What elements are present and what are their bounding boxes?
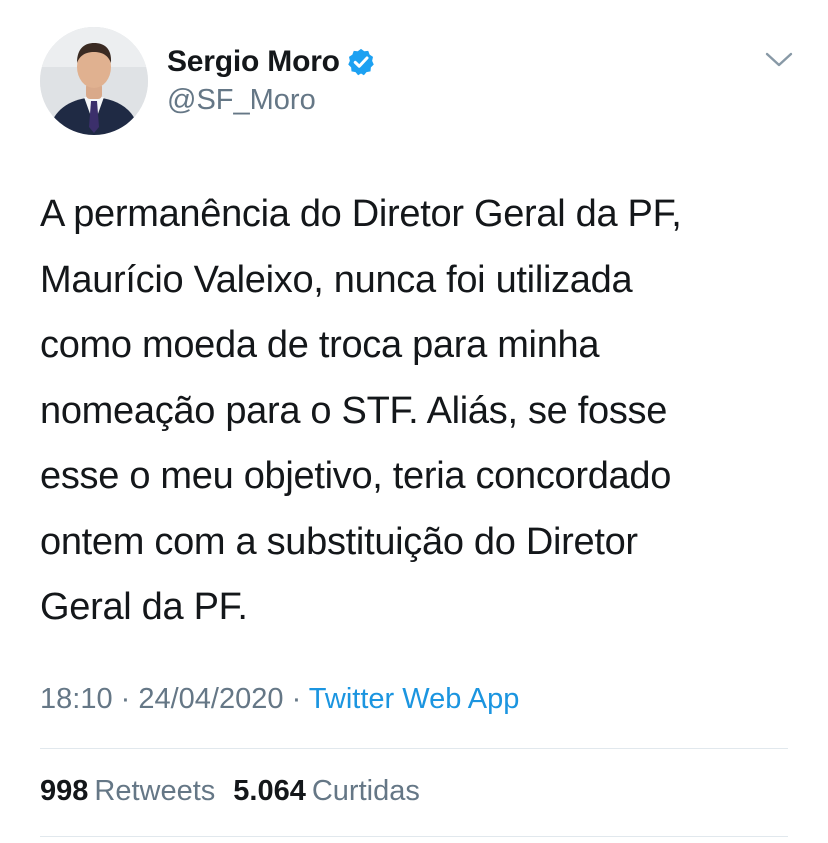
likes-stat[interactable]: 5.064 Curtidas <box>233 775 420 807</box>
retweets-label: Retweets <box>94 775 216 807</box>
tweet-date[interactable]: 24/04/2020 <box>138 683 283 715</box>
tweet-meta: 18:10 · 24/04/2020 · Twitter Web App <box>40 683 519 716</box>
verified-badge-icon <box>348 48 374 76</box>
divider <box>40 748 788 749</box>
author-display-name[interactable]: Sergio Moro <box>167 45 340 79</box>
author-handle[interactable]: @SF_Moro <box>167 84 316 117</box>
tweet-source-link[interactable]: Twitter Web App <box>309 683 520 715</box>
avatar[interactable] <box>40 27 148 135</box>
divider <box>40 836 788 837</box>
author-name-row: Sergio Moro <box>167 43 376 81</box>
retweets-stat[interactable]: 998 Retweets <box>40 775 215 807</box>
tweet-stats: 998 Retweets 5.064 Curtidas <box>40 775 420 808</box>
chevron-down-icon[interactable] <box>764 50 794 70</box>
tweet-time[interactable]: 18:10 <box>40 683 113 715</box>
tweet-text: A permanência do Diretor Geral da PF, Ma… <box>40 193 682 628</box>
profile-photo <box>40 27 148 135</box>
meta-separator: · <box>112 683 139 715</box>
likes-label: Curtidas <box>311 775 420 807</box>
retweets-count: 998 <box>40 775 89 807</box>
meta-separator: · <box>283 683 309 715</box>
likes-count: 5.064 <box>233 775 306 807</box>
